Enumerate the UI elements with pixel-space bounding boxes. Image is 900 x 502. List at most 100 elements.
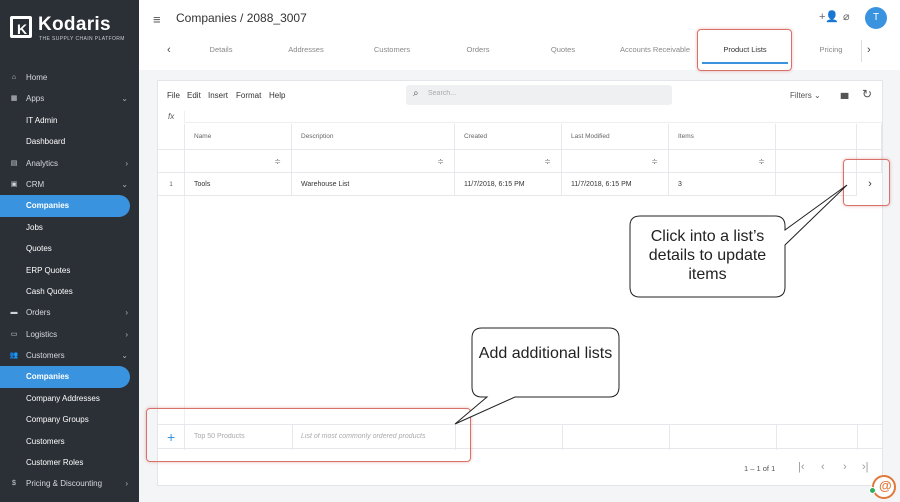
sidebar-item-pricing[interactable]: $ Pricing & Discounting › [0, 473, 139, 494]
filters-button[interactable]: Filters ⌄ [790, 91, 821, 100]
search-input[interactable] [428, 90, 658, 97]
tab-pricing[interactable]: Pricing [801, 38, 861, 62]
tab-addresses[interactable]: Addresses [276, 38, 336, 62]
search-icon: ⌕ [413, 88, 419, 99]
refresh-icon[interactable]: ↻ [862, 87, 872, 101]
sidebar-item-label: Customer Roles [26, 458, 84, 468]
sidebar-item-label: Company Groups [26, 415, 89, 425]
column-header-created[interactable]: Created [455, 124, 562, 150]
sidebar-item-label: Home [26, 73, 48, 82]
avatar[interactable]: T [865, 7, 887, 29]
sidebar-item-crm[interactable]: ▣ CRM ⌄ [0, 174, 139, 195]
pagination-label: 1 – 1 of 1 [744, 464, 776, 473]
sidebar-item-it-admin[interactable]: IT Admin [0, 110, 139, 131]
columns-icon[interactable]: ▮▮▮ [840, 91, 849, 100]
attach-icon[interactable]: ⌀ [843, 10, 850, 23]
add-callout-text: Add additional lists [478, 345, 613, 362]
sidebar-item-label: Companies [26, 372, 70, 382]
sidebar-item-company-groups[interactable]: Company Groups [0, 409, 139, 430]
add-person-icon[interactable]: +👤 [819, 10, 839, 23]
menu-file[interactable]: File [167, 91, 180, 100]
column-header-last-modified[interactable]: Last Modified [562, 124, 669, 150]
sidebar-item-jobs[interactable]: Jobs [0, 217, 139, 238]
tab-details[interactable]: Details [191, 38, 251, 62]
sidebar-item-customers-companies[interactable]: Companies [0, 366, 130, 388]
sidebar-item-apps[interactable]: ▦ Apps ⌄ [0, 88, 139, 109]
tab-accounts-receivable[interactable]: Accounts Receivable [611, 38, 699, 62]
sidebar-item-company-addresses[interactable]: Company Addresses [0, 388, 139, 409]
chevron-right-icon: › [125, 158, 128, 168]
chevron-right-icon[interactable]: › [867, 38, 871, 62]
first-page-icon[interactable]: |‹ [798, 461, 805, 473]
cell-name[interactable]: Tools [185, 173, 292, 196]
sidebar-nav: ⌂ Home ▦ Apps ⌄ IT Admin Dashboard ▤ Analyti… [0, 67, 139, 495]
sidebar-item-orders[interactable]: ▬ Orders › [0, 302, 139, 323]
kodaris-logo[interactable]: K Kodaris THE SUPPLY CHAIN PLATFORM [10, 14, 130, 44]
sidebar-item-crm-companies[interactable]: Companies [0, 195, 130, 217]
menu-icon[interactable]: ≡ [153, 12, 161, 27]
cell-last-modified[interactable]: 11/7/2018, 6:15 PM [562, 173, 669, 196]
chevron-right-icon: › [125, 329, 128, 339]
tab-quotes[interactable]: Quotes [533, 38, 593, 62]
menu-help[interactable]: Help [269, 91, 285, 100]
sidebar-item-label: Companies [26, 201, 70, 211]
sidebar: K Kodaris THE SUPPLY CHAIN PLATFORM ⌂ Hom… [0, 0, 139, 502]
chevron-down-icon: ⌄ [121, 179, 128, 189]
sidebar-item-home[interactable]: ⌂ Home [0, 67, 139, 88]
filters-label: Filters [790, 91, 812, 100]
chevron-down-icon: ⌄ [121, 94, 128, 104]
sidebar-item-label: IT Admin [26, 115, 58, 125]
customers-icon: 👥 [9, 352, 19, 360]
formula-bar[interactable] [184, 111, 882, 123]
sidebar-item-analytics[interactable]: ▤ Analytics › [0, 153, 139, 174]
tab-orders[interactable]: Orders [448, 38, 508, 62]
sidebar-item-customer-roles[interactable]: Customer Roles [0, 452, 139, 473]
filter-off-icon[interactable]: ≑ [292, 150, 455, 173]
row-number-gutter [184, 196, 185, 424]
logo-name: Kodaris [38, 14, 111, 35]
sidebar-item-label: Quotes [26, 244, 52, 254]
add-row-highlight [146, 408, 471, 462]
menu-insert[interactable]: Insert [208, 91, 228, 100]
tab-customers[interactable]: Customers [362, 38, 422, 62]
column-header-name[interactable]: Name [185, 124, 292, 150]
add-row-divider [857, 425, 858, 450]
tab-divider [861, 40, 862, 62]
row-number-filter [158, 150, 185, 173]
chevron-down-icon: ⌄ [814, 91, 821, 100]
dollar-icon: $ [12, 480, 16, 488]
sidebar-item-erp-quotes[interactable]: ERP Quotes [0, 260, 139, 281]
sidebar-item-dashboard[interactable]: Dashboard [0, 131, 139, 152]
sidebar-item-label: CRM [26, 179, 45, 189]
column-header-description[interactable]: Description [292, 124, 455, 150]
help-chat-button[interactable]: @ [872, 475, 896, 499]
sidebar-item-cash-quotes[interactable]: Cash Quotes [0, 281, 139, 302]
menu-format[interactable]: Format [236, 91, 261, 100]
cell-created[interactable]: 11/7/2018, 6:15 PM [455, 173, 562, 196]
filter-icon[interactable]: ≑ [185, 150, 292, 173]
apps-icon: ▦ [10, 95, 18, 103]
logo-mark: K [10, 16, 32, 38]
last-page-icon[interactable]: ›| [862, 461, 869, 473]
row-number-header [158, 124, 185, 150]
sidebar-item-customers[interactable]: 👥 Customers ⌄ [0, 345, 139, 366]
formula-label: fx [168, 112, 175, 121]
home-icon: ⌂ [11, 74, 17, 81]
search-box[interactable]: ⌕ [406, 85, 672, 105]
prev-page-icon[interactable]: ‹ [821, 461, 825, 473]
filter-icon[interactable]: ≑ [455, 150, 562, 173]
menu-edit[interactable]: Edit [187, 91, 201, 100]
cell-items[interactable]: 3 [669, 173, 776, 196]
cell-description[interactable]: Warehouse List [292, 173, 455, 196]
sidebar-item-label: Jobs [26, 222, 43, 232]
filter-icon[interactable]: ≑ [562, 150, 669, 173]
next-page-icon[interactable]: › [843, 461, 847, 473]
chevron-right-icon: › [125, 479, 128, 489]
row-number: 1 [158, 173, 185, 196]
sidebar-item-quotes[interactable]: Quotes [0, 238, 139, 259]
column-header-items[interactable]: Items [669, 124, 776, 150]
filter-off-icon[interactable]: ≑ [669, 150, 776, 173]
sidebar-item-customers-list[interactable]: Customers [0, 431, 139, 452]
sidebar-item-logistics[interactable]: ▭ Logistics › [0, 324, 139, 345]
add-row-divider [669, 425, 670, 450]
